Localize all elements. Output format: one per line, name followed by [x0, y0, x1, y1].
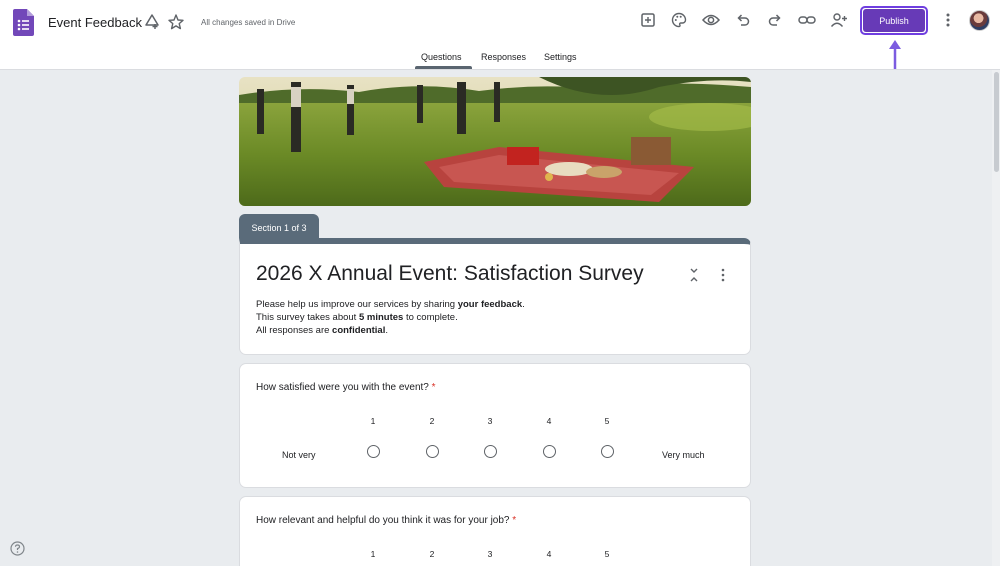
scale-number: 3 [487, 549, 493, 559]
more-vert-icon[interactable] [940, 11, 956, 29]
section-more-icon[interactable] [720, 268, 726, 282]
link-icon[interactable] [798, 11, 816, 29]
scrollbar-thumb[interactable] [994, 72, 999, 172]
tab-responses[interactable]: Responses [481, 52, 526, 62]
scale-number: 3 [487, 416, 493, 426]
avatar[interactable] [969, 10, 990, 31]
scale-radio-4[interactable] [543, 445, 556, 458]
form-description-line-2: This survey takes about 5 minutes to com… [256, 312, 458, 323]
scale-number: 1 [370, 416, 376, 426]
tab-questions[interactable]: Questions [421, 52, 462, 62]
section-indicator: Section 1 of 3 [239, 214, 319, 241]
scale-radio-2[interactable] [426, 445, 439, 458]
move-to-folder-icon[interactable] [143, 13, 161, 31]
publish-button-label: Publish [863, 9, 925, 32]
add-collaborator-icon[interactable] [830, 11, 848, 29]
view-tabs: Questions Responses Settings [0, 46, 1000, 70]
forms-logo-icon[interactable] [13, 9, 34, 36]
scale-number: 4 [546, 549, 552, 559]
tab-settings[interactable]: Settings [544, 52, 577, 62]
required-mark: * [431, 382, 436, 393]
help-icon[interactable] [10, 541, 25, 556]
undo-icon[interactable] [734, 11, 752, 29]
scale-number: 2 [429, 549, 435, 559]
question-text[interactable]: How satisfied were you with the event? * [256, 382, 436, 393]
form-description-line-1: Please help us improve our services by s… [256, 299, 525, 310]
document-title[interactable]: Event Feedback [48, 15, 142, 30]
header-image[interactable] [239, 77, 751, 206]
annotation-arrow-icon [889, 40, 901, 69]
question-card-1[interactable]: How satisfied were you with the event? *… [239, 363, 751, 488]
scale-radio-1[interactable] [367, 445, 380, 458]
question-text[interactable]: How relevant and helpful do you think it… [256, 515, 516, 526]
scale-number: 4 [546, 416, 552, 426]
question-card-2[interactable]: How relevant and helpful do you think it… [239, 496, 751, 566]
form-title[interactable]: 2026 X Annual Event: Satisfaction Survey [256, 262, 644, 286]
redo-icon[interactable] [766, 11, 784, 29]
save-status: All changes saved in Drive [201, 18, 296, 27]
scale-number: 1 [370, 549, 376, 559]
required-mark: * [512, 515, 517, 526]
scale-number: 5 [604, 549, 610, 559]
scale-high-label: Very much [662, 450, 705, 460]
preview-eye-icon[interactable] [702, 11, 720, 29]
addons-icon[interactable] [639, 11, 657, 29]
form-description-line-3: All responses are confidential. [256, 325, 388, 336]
scale-number: 5 [604, 416, 610, 426]
star-icon[interactable] [167, 13, 185, 31]
scale-number: 2 [429, 416, 435, 426]
palette-icon[interactable] [670, 11, 688, 29]
publish-button[interactable]: Publish [860, 6, 928, 35]
form-title-card[interactable]: 2026 X Annual Event: Satisfaction Survey… [239, 238, 751, 355]
scale-radio-5[interactable] [601, 445, 614, 458]
top-bar: Event Feedback All changes saved in Driv… [0, 0, 1000, 70]
scale-low-label: Not very [282, 450, 316, 460]
active-tab-indicator [415, 66, 472, 69]
scale-radio-3[interactable] [484, 445, 497, 458]
collapse-section-icon[interactable] [689, 268, 699, 282]
